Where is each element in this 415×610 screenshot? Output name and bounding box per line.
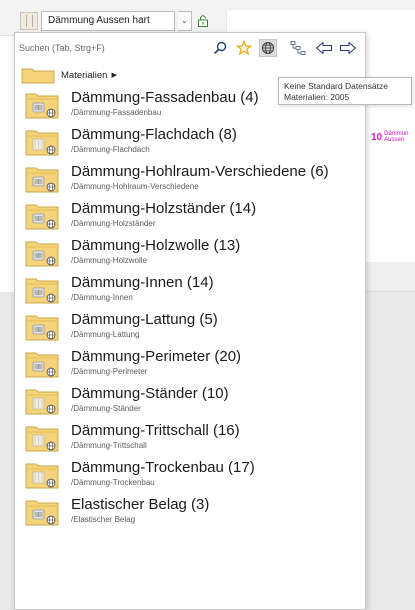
- list-item[interactable]: Dämmung-Trockenbau (17) /Dämmung-Trockenb…: [15, 459, 365, 496]
- folder-icon: [21, 68, 55, 84]
- folder-icon: [25, 424, 59, 452]
- folder-title: Dämmung-Trockenbau (17): [71, 459, 255, 476]
- folder-path: /Dämmung-Hohlraum-Verschiedene: [71, 182, 199, 191]
- folder-title: Dämmung-Lattung (5): [71, 311, 218, 328]
- list-item[interactable]: Dämmung-Holzständer (14) /Dämmung-Holzstä…: [15, 200, 365, 237]
- favorite-star-icon[interactable]: [235, 39, 253, 57]
- global-catalog-icon[interactable]: [259, 39, 277, 57]
- folder-path: /Dämmung-Trockenbau: [71, 478, 155, 487]
- folder-path: /Dämmung-Holzständer: [71, 219, 156, 228]
- breadcrumb-label: Materialien: [61, 69, 108, 81]
- folder-icon: [25, 461, 59, 489]
- tree-structure-icon[interactable]: [289, 39, 307, 57]
- folder-icon: [25, 387, 59, 415]
- list-item[interactable]: Dämmung-Trittschall (16) /Dämmung-Trittsc…: [15, 422, 365, 459]
- material-thumbnail: [20, 12, 38, 30]
- forward-arrow-icon[interactable]: [339, 39, 357, 57]
- material-browser-panel: Materialien ▶ Dämmung-Fassadenbau (4) /Dä…: [14, 32, 366, 610]
- folder-path: /Elastischer Belag: [71, 515, 136, 524]
- folder-title: Dämmung-Holzwolle (13): [71, 237, 241, 254]
- chevron-down-icon[interactable]: ⌄: [178, 11, 192, 31]
- list-item[interactable]: Dämmung-Innen (14) /Dämmung-Innen: [15, 274, 365, 311]
- folder-title: Dämmung-Perimeter (20): [71, 348, 242, 365]
- folder-icon: [25, 165, 59, 193]
- folder-path: /Dämmung-Innen: [71, 293, 133, 302]
- folder-title: Dämmung-Innen (14): [71, 274, 214, 291]
- folder-path: /Dämmung-Fassadenbau: [71, 108, 162, 117]
- list-item[interactable]: Dämmung-Holzwolle (13) /Dämmung-Holzwolle: [15, 237, 365, 274]
- folder-icon: [25, 350, 59, 378]
- folder-path: /Dämmung-Flachdach: [71, 145, 150, 154]
- folder-icon: [25, 498, 59, 526]
- lock-icon[interactable]: [195, 12, 211, 30]
- folder-path: /Dämmung-Trittschall: [71, 441, 147, 450]
- search-input[interactable]: [19, 39, 207, 57]
- material-selector-field[interactable]: Dämmung Aussen hart: [41, 11, 175, 31]
- folder-icon: [25, 313, 59, 341]
- marker-label: Dämmun Aussen: [384, 131, 409, 143]
- list-item[interactable]: Dämmung-Flachdach (8) /Dämmung-Flachdach: [15, 126, 365, 163]
- folder-icon: [25, 202, 59, 230]
- material-folder-list: Dämmung-Fassadenbau (4) /Dämmung-Fassaden…: [15, 89, 365, 533]
- chevron-right-icon[interactable]: ▶: [111, 71, 116, 79]
- folder-path: /Dämmung-Ständer: [71, 404, 141, 413]
- folder-icon: [25, 128, 59, 156]
- folder-title: Dämmung-Ständer (10): [71, 385, 229, 402]
- search-icon[interactable]: [211, 39, 229, 57]
- folder-title: Dämmung-Hohlraum-Verschiedene (6): [71, 163, 329, 180]
- folder-path: /Dämmung-Holzwolle: [71, 256, 148, 265]
- list-item[interactable]: Dämmung-Perimeter (20) /Dämmung-Perimeter: [15, 348, 365, 385]
- folder-title: Dämmung-Fassadenbau (4): [71, 89, 259, 106]
- breadcrumb[interactable]: Materialien ▶: [21, 66, 117, 84]
- folder-title: Dämmung-Flachdach (8): [71, 126, 237, 143]
- folder-title: Elastischer Belag (3): [71, 496, 210, 513]
- marker-number: 10: [371, 131, 383, 143]
- search-toolbar: [15, 33, 365, 63]
- folder-icon: [25, 239, 59, 267]
- tooltip: Keine Standard Datensätze Materialien: 2…: [278, 77, 412, 105]
- folder-title: Dämmung-Holzständer (14): [71, 200, 257, 217]
- list-item[interactable]: Dämmung-Hohlraum-Verschiedene (6) /Dämmun…: [15, 163, 365, 200]
- folder-title: Dämmung-Trittschall (16): [71, 422, 240, 439]
- tooltip-line: Keine Standard Datensätze: [284, 81, 388, 91]
- folder-path: /Dämmung-Perimeter: [71, 367, 148, 376]
- list-item[interactable]: Dämmung-Lattung (5) /Dämmung-Lattung: [15, 311, 365, 348]
- folder-path: /Dämmung-Lattung: [71, 330, 140, 339]
- back-arrow-icon[interactable]: [315, 39, 333, 57]
- list-item[interactable]: Dämmung-Ständer (10) /Dämmung-Ständer: [15, 385, 365, 422]
- material-selector[interactable]: Dämmung Aussen hart ⌄: [20, 10, 211, 32]
- material-marker: 10 Dämmun Aussen: [371, 131, 408, 143]
- folder-icon: [25, 276, 59, 304]
- folder-icon: [25, 91, 59, 119]
- list-item[interactable]: Elastischer Belag (3) /Elastischer Belag: [15, 496, 365, 533]
- tooltip-line: Materialien: 2005: [284, 92, 350, 102]
